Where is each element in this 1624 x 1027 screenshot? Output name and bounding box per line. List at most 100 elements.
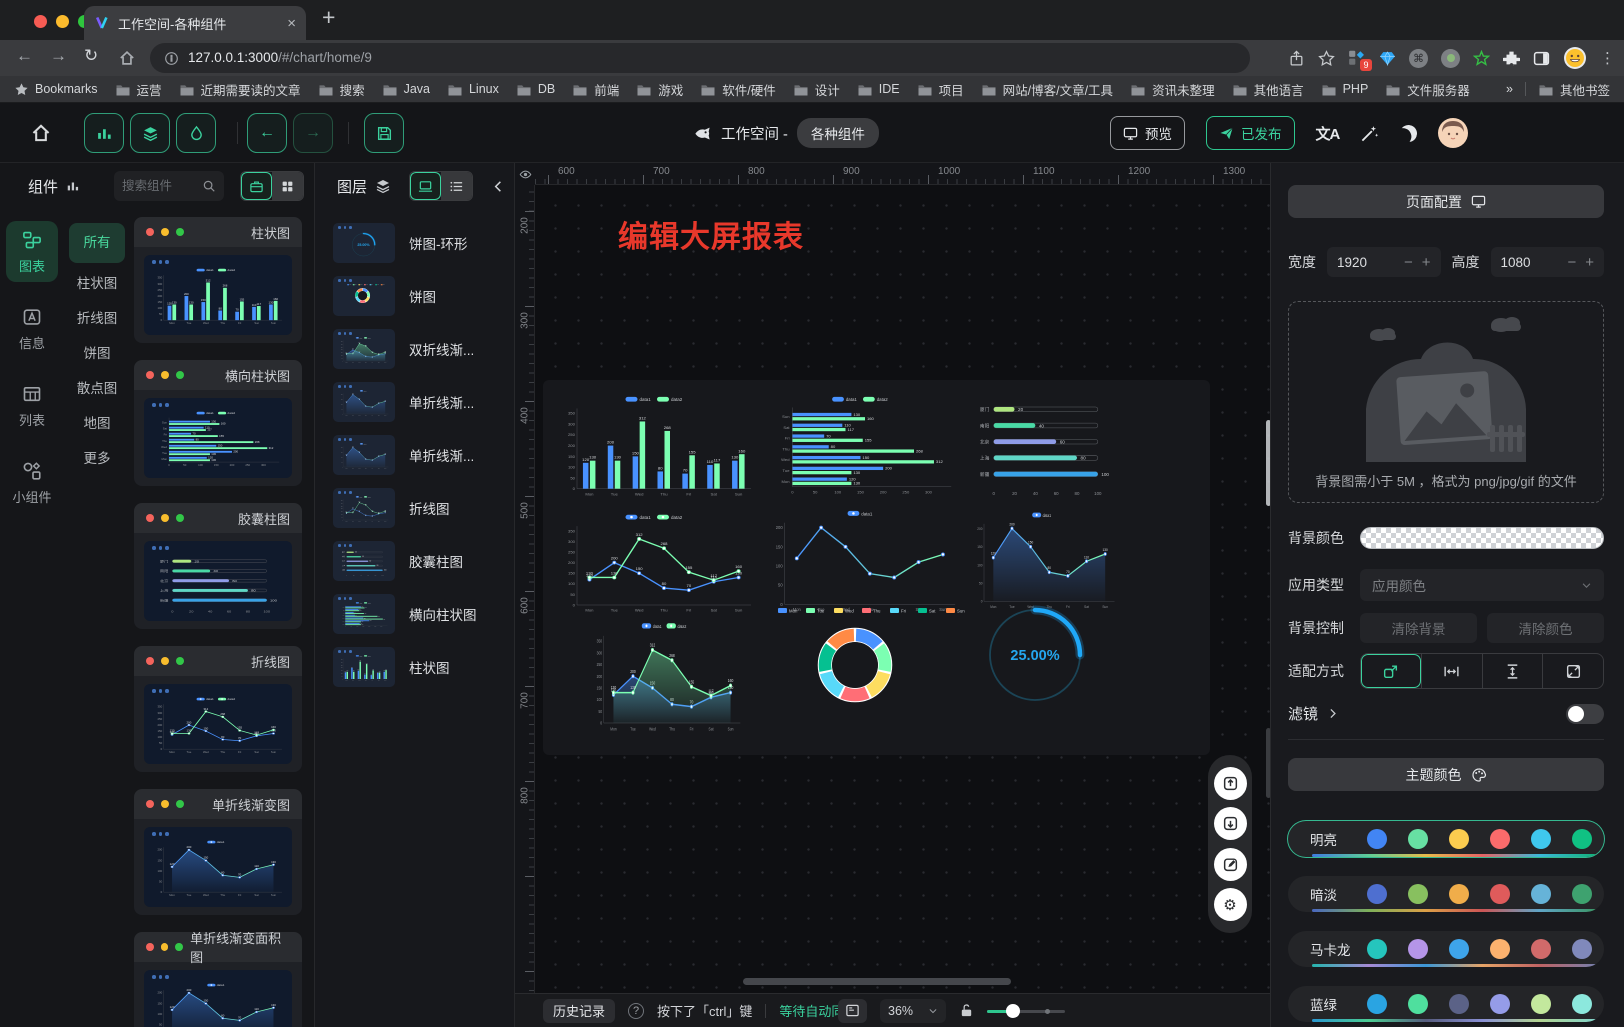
layers-mode-button[interactable] bbox=[130, 113, 170, 153]
theme-color-header[interactable]: 主题颜色 bbox=[1288, 758, 1604, 791]
url-bar[interactable]: 127.0.0.1:3000/#/chart/home/9 bbox=[150, 43, 1250, 73]
layer-list-toggle[interactable] bbox=[441, 172, 472, 200]
preview-button[interactable]: 预览 bbox=[1110, 116, 1185, 150]
chart-line-double[interactable]: data1data2050100150200250300350MonTueWed… bbox=[557, 510, 757, 624]
page-config-header[interactable]: 页面配置 bbox=[1288, 185, 1604, 218]
sidebar-toggle-icon[interactable] bbox=[1533, 50, 1550, 67]
component-card-preview[interactable]: 厦门20南阳40北京60上海80新疆100020406080100 bbox=[144, 541, 292, 621]
home-button-icon[interactable] bbox=[30, 122, 52, 144]
layer-item[interactable]: data1data2050100150200250300350MonTueWed… bbox=[333, 647, 514, 687]
fit-full-button[interactable] bbox=[1542, 654, 1603, 688]
category-item[interactable]: 散点图 bbox=[69, 371, 125, 406]
component-card-body[interactable]: data1data2050100150200250300350MonTueWed… bbox=[134, 676, 302, 772]
bookmark-folder[interactable]: 前端 bbox=[572, 80, 619, 99]
bookmark-folder[interactable]: PHP bbox=[1321, 80, 1369, 99]
layer-item[interactable]: 25.00% 饼图-环形 bbox=[333, 223, 514, 263]
category-item[interactable]: 地图 bbox=[69, 406, 125, 441]
help-icon[interactable]: ? bbox=[628, 1003, 644, 1019]
layer-thumbnail[interactable]: data1050100150200MonTueWedThuFriSatSun12… bbox=[333, 435, 395, 475]
redo-button[interactable]: → bbox=[293, 113, 333, 153]
window-minimize-button[interactable] bbox=[56, 15, 69, 28]
canvas-body[interactable]: 编辑大屏报表 data1data2050100150200250300350Mo… bbox=[535, 185, 1270, 993]
layer-thumbnail[interactable]: 25.00% bbox=[333, 223, 395, 263]
canvas-text-widget[interactable]: 编辑大屏报表 bbox=[618, 212, 804, 256]
chart-grouped-bar[interactable]: data1data2050100150200250300350MonTueWed… bbox=[557, 392, 757, 508]
component-card[interactable]: 折线图 data1data2050100150200250300350MonTu… bbox=[134, 646, 302, 772]
extension-tampermonkey-icon[interactable]: 9 bbox=[1348, 49, 1366, 67]
dark-mode-icon[interactable] bbox=[1399, 123, 1419, 143]
forward-icon[interactable]: → bbox=[50, 46, 67, 66]
bg-color-swatch[interactable] bbox=[1360, 527, 1604, 549]
background-upload-area[interactable]: 背景图需小于 5M ，格式为 png/jpg/gif 的文件 bbox=[1288, 301, 1604, 503]
theme-row[interactable]: 马卡龙 bbox=[1288, 931, 1604, 967]
chart-line-area-double[interactable]: data1data2050100150200250300350MonTueWed… bbox=[588, 618, 745, 744]
width-value[interactable]: 1920 bbox=[1337, 255, 1395, 270]
layer-thumbnail-toggle[interactable] bbox=[410, 172, 441, 200]
bookmark-folder[interactable]: 设计 bbox=[793, 80, 840, 99]
bookmark-folder[interactable]: 搜索 bbox=[318, 80, 365, 99]
browser-tab[interactable]: 工作空间-各种组件 × bbox=[84, 6, 306, 40]
height-value[interactable]: 1080 bbox=[1501, 255, 1559, 270]
bookmark-folder[interactable]: 运营 bbox=[115, 80, 162, 99]
tab-info[interactable]: 信息 bbox=[6, 298, 58, 359]
extension-gem-icon[interactable] bbox=[1379, 50, 1396, 67]
settings-gear-button[interactable]: ⚙ bbox=[1214, 888, 1247, 921]
language-toggle-icon[interactable]: 文A bbox=[1316, 123, 1340, 144]
slider-knob[interactable] bbox=[1006, 1004, 1020, 1018]
layer-item[interactable]: 厦门20南阳40北京60上海80新疆100020406080100 胶囊柱图 bbox=[333, 541, 514, 581]
layer-item[interactable]: data1050100150200MonTueWedThuFriSatSun12… bbox=[333, 382, 514, 422]
share-icon[interactable] bbox=[1288, 50, 1305, 67]
horizontal-scrollbar[interactable] bbox=[743, 978, 1011, 985]
history-button[interactable]: 历史记录 bbox=[543, 999, 615, 1023]
chart-progress-ring[interactable]: 25.00% bbox=[977, 596, 1097, 716]
bookmark-folder[interactable]: 资讯未整理 bbox=[1130, 80, 1215, 99]
layer-thumbnail[interactable]: data1data2050100150200250300Sun130160Sat… bbox=[333, 594, 395, 634]
tab-close-icon[interactable]: × bbox=[287, 15, 296, 32]
import-button[interactable] bbox=[1214, 807, 1247, 840]
layer-item[interactable]: data1data2050100150200250300350MonTueWed… bbox=[333, 488, 514, 528]
zoom-select[interactable]: 36% bbox=[880, 999, 946, 1023]
bookmark-folder[interactable]: 项目 bbox=[917, 80, 964, 99]
component-card[interactable]: 单折线渐变面积图 data1050100150200MonTueWedThuFr… bbox=[134, 932, 302, 1027]
component-card-body[interactable]: data1050100150200MonTueWedThuFriSatSun12… bbox=[134, 819, 302, 915]
component-card[interactable]: 单折线渐变图 data1050100150200MonTueWedThuFriS… bbox=[134, 789, 302, 915]
bookmark-folder[interactable]: Linux bbox=[447, 80, 499, 99]
edit-button[interactable] bbox=[1214, 848, 1247, 881]
save-button[interactable] bbox=[364, 113, 404, 153]
component-card-preview[interactable]: data1data2050100150200250300350MonTueWed… bbox=[144, 684, 292, 764]
filter-mode-button[interactable] bbox=[176, 113, 216, 153]
layer-item[interactable]: data1050100150200MonTueWedThuFriSatSun12… bbox=[333, 435, 514, 475]
component-card-body[interactable]: data1data2050100150200250300Sun130160Sat… bbox=[134, 390, 302, 486]
width-stepper[interactable]: 1920 − + bbox=[1327, 247, 1441, 277]
bookmark-folder[interactable]: IDE bbox=[857, 80, 900, 99]
bookmark-folder[interactable]: 网站/博客/文章/工具 bbox=[981, 80, 1113, 99]
single-view-toggle[interactable] bbox=[241, 172, 272, 200]
lock-icon[interactable] bbox=[959, 1003, 974, 1018]
layer-thumbnail[interactable]: data1data2050100150200250300350MonTueWed… bbox=[333, 329, 395, 369]
bookmarks-overflow-chevron[interactable]: » bbox=[1506, 82, 1513, 96]
profile-avatar[interactable] bbox=[1563, 46, 1587, 70]
bookmark-folder[interactable]: 文件服务器 bbox=[1385, 80, 1470, 99]
category-item[interactable]: 饼图 bbox=[69, 336, 125, 371]
component-card-preview[interactable]: data1data2050100150200250300350MonTueWed… bbox=[144, 255, 292, 335]
chart-horizontal-bar[interactable]: data1data2050100150200250300Sun130160Sat… bbox=[765, 392, 961, 508]
clear-background-button[interactable]: 清除背景 bbox=[1360, 613, 1477, 643]
layer-item[interactable]: MonTueWedThuFriSatSun 饼图 bbox=[333, 276, 514, 316]
category-item[interactable]: 更多 bbox=[69, 441, 125, 476]
bookmark-folder[interactable]: 软件/硬件 bbox=[700, 80, 775, 99]
height-stepper[interactable]: 1080 − + bbox=[1491, 247, 1605, 277]
extensions-puzzle-icon[interactable] bbox=[1503, 50, 1520, 67]
export-button[interactable] bbox=[1214, 767, 1247, 800]
height-minus-button[interactable]: − bbox=[1567, 254, 1576, 271]
publish-button[interactable]: 已发布 bbox=[1206, 116, 1295, 150]
layer-thumbnail[interactable]: 厦门20南阳40北京60上海80新疆100020406080100 bbox=[333, 541, 395, 581]
theme-row[interactable]: 暗淡 bbox=[1288, 876, 1604, 912]
component-search[interactable] bbox=[114, 171, 224, 201]
layer-thumbnail[interactable]: MonTueWedThuFriSatSun bbox=[333, 276, 395, 316]
undo-button[interactable]: ← bbox=[247, 113, 287, 153]
workspace-name-pill[interactable]: 各种组件 bbox=[797, 118, 879, 148]
theme-row[interactable]: 蓝绿 bbox=[1288, 986, 1604, 1022]
category-item[interactable]: 柱状图 bbox=[69, 266, 125, 301]
bookmark-folder[interactable]: 近期需要读的文章 bbox=[179, 80, 301, 99]
search-input[interactable] bbox=[122, 179, 198, 193]
